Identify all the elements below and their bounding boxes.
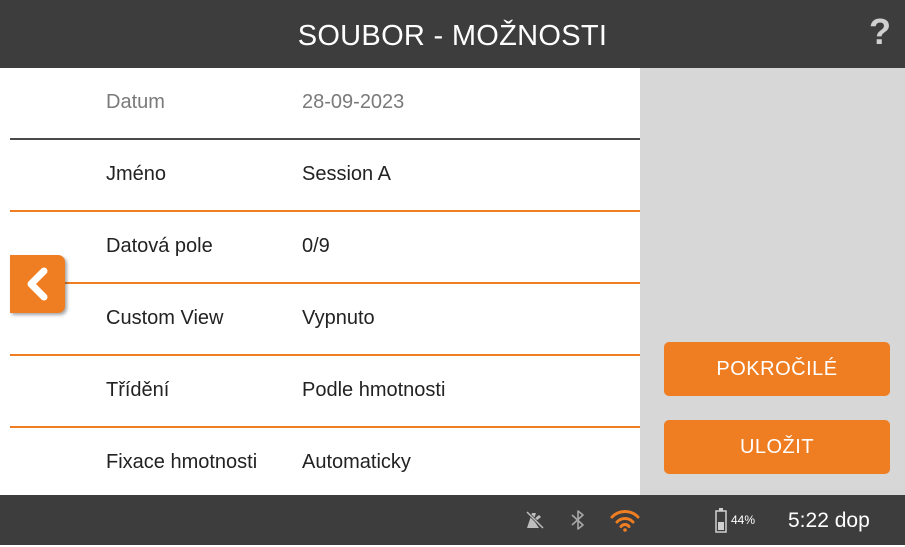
title-bar: SOUBOR - MOŽNOSTI ? bbox=[0, 0, 905, 68]
row-label: Datum bbox=[106, 91, 165, 113]
battery-percent: 44% bbox=[731, 513, 756, 527]
clock: 5:22 dop bbox=[788, 509, 870, 532]
chevron-left-icon bbox=[27, 267, 48, 301]
row-name[interactable]: Jméno Session A bbox=[10, 140, 640, 212]
row-value: 28-09-2023 bbox=[302, 91, 405, 113]
row-label: Fixace hmotnosti bbox=[106, 451, 258, 473]
wifi-icon bbox=[608, 495, 642, 545]
help-icon[interactable]: ? bbox=[869, 12, 891, 52]
row-date: Datum 28-09-2023 bbox=[10, 68, 640, 140]
row-custom-view[interactable]: Custom View Vypnuto bbox=[10, 284, 640, 356]
back-button[interactable] bbox=[10, 255, 65, 313]
row-value: Podle hmotnosti bbox=[302, 379, 446, 401]
battery-icon bbox=[713, 495, 729, 545]
left-edge bbox=[0, 68, 10, 495]
row-label: Jméno bbox=[106, 163, 167, 185]
row-value: Automaticky bbox=[302, 451, 411, 473]
bluetooth-icon bbox=[567, 495, 589, 545]
save-button[interactable]: ULOŽIT bbox=[664, 420, 890, 474]
row-label: Custom View bbox=[106, 307, 224, 329]
row-label: Datová pole bbox=[106, 235, 213, 257]
no-print-icon bbox=[522, 495, 548, 545]
options-list: Datum 28-09-2023 Jméno Session A Datová … bbox=[10, 68, 640, 500]
row-label: Třídění bbox=[106, 379, 170, 401]
row-value: 0/9 bbox=[302, 235, 330, 257]
row-value: Session A bbox=[302, 163, 391, 185]
status-bar: 44% 5:22 dop bbox=[0, 495, 905, 545]
row-sorting[interactable]: Třídění Podle hmotnosti bbox=[10, 356, 640, 428]
page-title: SOUBOR - MOŽNOSTI bbox=[297, 20, 608, 52]
advanced-button[interactable]: POKROČILÉ bbox=[664, 342, 890, 396]
row-value: Vypnuto bbox=[302, 307, 375, 329]
row-weight-fix[interactable]: Fixace hmotnosti Automaticky bbox=[10, 428, 640, 500]
row-data-fields[interactable]: Datová pole 0/9 bbox=[10, 212, 640, 284]
